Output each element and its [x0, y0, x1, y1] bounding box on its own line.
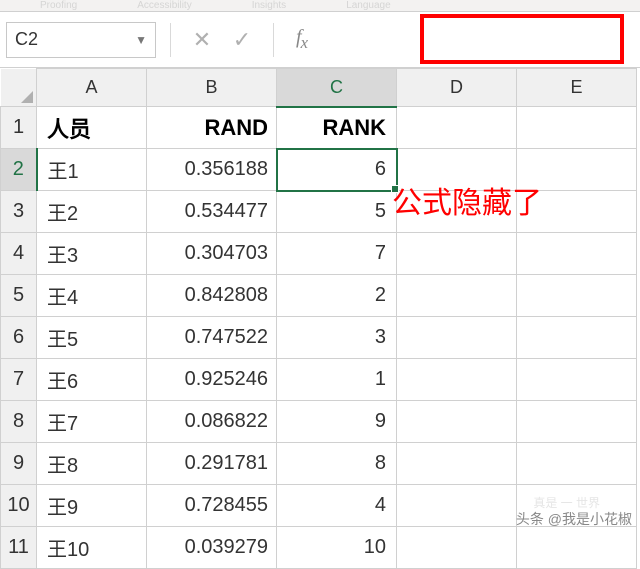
cancel-icon[interactable]: ✕: [185, 23, 219, 57]
cell-D1[interactable]: [397, 107, 517, 149]
row-header-5[interactable]: 5: [1, 275, 37, 317]
separator: [170, 23, 171, 57]
ribbon-fragment: Proofing Accessibility Insights Language: [0, 0, 640, 12]
col-header-C[interactable]: C: [277, 69, 397, 107]
row-header-3[interactable]: 3: [1, 191, 37, 233]
cell-B3[interactable]: 0.534477: [147, 191, 277, 233]
cell-E7[interactable]: [517, 359, 637, 401]
row-header-9[interactable]: 9: [1, 443, 37, 485]
col-header-D[interactable]: D: [397, 69, 517, 107]
cell-C9[interactable]: 8: [277, 443, 397, 485]
chevron-down-icon[interactable]: ▼: [135, 33, 147, 47]
cell-B4[interactable]: 0.304703: [147, 233, 277, 275]
row-header-2[interactable]: 2: [1, 149, 37, 191]
cell-C5[interactable]: 2: [277, 275, 397, 317]
cell-C10[interactable]: 4: [277, 485, 397, 527]
cell-D10[interactable]: [397, 485, 517, 527]
cell-A8[interactable]: 王7: [37, 401, 147, 443]
row-header-8[interactable]: 8: [1, 401, 37, 443]
fx-icon[interactable]: fx: [288, 26, 311, 53]
name-box[interactable]: C2 ▼: [6, 22, 156, 58]
cell-B2[interactable]: 0.356188: [147, 149, 277, 191]
cell-B6[interactable]: 0.747522: [147, 317, 277, 359]
cell-A10[interactable]: 王9: [37, 485, 147, 527]
cell-E1[interactable]: [517, 107, 637, 149]
cell-E5[interactable]: [517, 275, 637, 317]
cell-B8[interactable]: 0.086822: [147, 401, 277, 443]
cell-A1[interactable]: 人员: [37, 107, 147, 149]
cell-C8[interactable]: 9: [277, 401, 397, 443]
enter-icon[interactable]: ✓: [225, 23, 259, 57]
cell-D8[interactable]: [397, 401, 517, 443]
cell-B5[interactable]: 0.842808: [147, 275, 277, 317]
formula-bar: C2 ▼ ✕ ✓ fx: [0, 12, 640, 68]
row-header-10[interactable]: 10: [1, 485, 37, 527]
cell-C4[interactable]: 7: [277, 233, 397, 275]
cell-E9[interactable]: [517, 443, 637, 485]
formula-input[interactable]: [317, 22, 634, 58]
cell-B7[interactable]: 0.925246: [147, 359, 277, 401]
cell-C7[interactable]: 1: [277, 359, 397, 401]
watermark: 头条 @我是小花椒: [516, 509, 632, 529]
cell-D4[interactable]: [397, 233, 517, 275]
select-all-corner[interactable]: [1, 69, 37, 107]
cell-B1[interactable]: RAND: [147, 107, 277, 149]
cell-A5[interactable]: 王4: [37, 275, 147, 317]
cell-A9[interactable]: 王8: [37, 443, 147, 485]
col-header-B[interactable]: B: [147, 69, 277, 107]
cell-D9[interactable]: [397, 443, 517, 485]
cell-B9[interactable]: 0.291781: [147, 443, 277, 485]
row-header-7[interactable]: 7: [1, 359, 37, 401]
cell-A6[interactable]: 王5: [37, 317, 147, 359]
cell-E8[interactable]: [517, 401, 637, 443]
cell-A7[interactable]: 王6: [37, 359, 147, 401]
cell-E6[interactable]: [517, 317, 637, 359]
cell-A3[interactable]: 王2: [37, 191, 147, 233]
cell-D6[interactable]: [397, 317, 517, 359]
cell-C6[interactable]: 3: [277, 317, 397, 359]
row-header-4[interactable]: 4: [1, 233, 37, 275]
annotation-text: 公式隐藏了: [392, 178, 542, 222]
cell-E4[interactable]: [517, 233, 637, 275]
col-header-E[interactable]: E: [517, 69, 637, 107]
row-header-1[interactable]: 1: [1, 107, 37, 149]
cell-C3[interactable]: 5: [277, 191, 397, 233]
cell-D5[interactable]: [397, 275, 517, 317]
cell-C1[interactable]: RANK: [277, 107, 397, 149]
row-header-6[interactable]: 6: [1, 317, 37, 359]
cell-C2[interactable]: 6: [277, 149, 397, 191]
cell-A4[interactable]: 王3: [37, 233, 147, 275]
name-box-value: C2: [15, 29, 38, 50]
separator: [273, 23, 274, 57]
cell-A2[interactable]: 王1: [37, 149, 147, 191]
cell-B10[interactable]: 0.728455: [147, 485, 277, 527]
col-header-A[interactable]: A: [37, 69, 147, 107]
cell-D7[interactable]: [397, 359, 517, 401]
